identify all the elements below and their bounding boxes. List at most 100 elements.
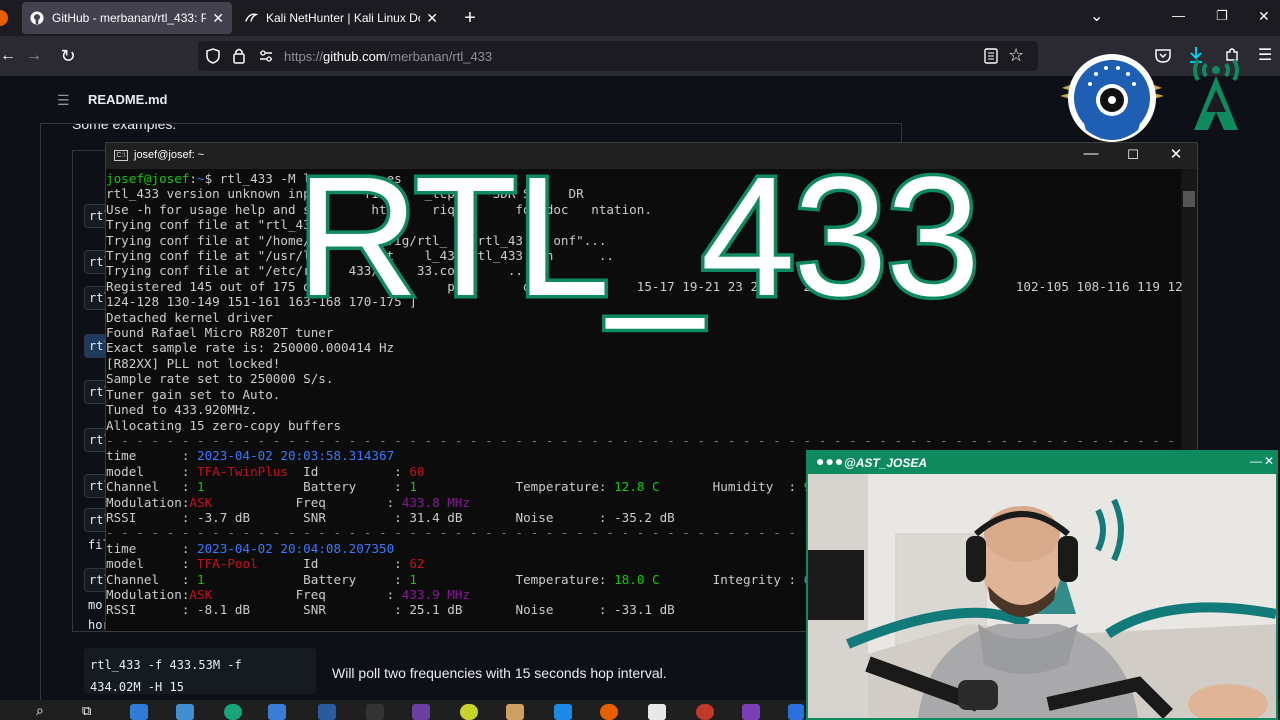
tab-list-icon[interactable]: ⌄ <box>1090 6 1103 26</box>
close-window-button[interactable]: ✕ <box>1258 8 1270 25</box>
output-line: Exact sample rate is: 250000.000414 Hz <box>106 340 395 356</box>
search-icon[interactable]: ⌕ <box>36 702 44 719</box>
close-tab-icon[interactable]: ✕ <box>426 10 438 27</box>
terminal-scroll-thumb[interactable] <box>1183 191 1195 207</box>
code-line: 434.02M -H 15 <box>90 680 184 694</box>
record-id: 60 <box>409 463 425 479</box>
bookmark-star-icon[interactable]: ☆ <box>1008 45 1024 66</box>
webcam-title-bar: ●●● @AST_JOSEA — ✕ <box>808 452 1276 474</box>
example-description: Will poll two frequencies with 15 second… <box>332 665 667 681</box>
record-freq: 433.9 MHz <box>401 586 470 602</box>
video-title-overlay: RTL_433 <box>292 139 983 336</box>
record-modulation: ASK <box>189 586 213 602</box>
app-editor-icon[interactable] <box>506 704 524 720</box>
label-modulation: Modulation: <box>106 586 190 602</box>
tab-title: GitHub - merbanan/rtl_433: Pro <box>52 11 207 25</box>
menu-icon[interactable]: ☰ <box>1258 45 1272 65</box>
record-rssi: -3.7 dB <box>197 509 251 525</box>
tab-github[interactable]: GitHub - merbanan/rtl_433: Pro ✕ <box>22 2 232 34</box>
label-extra: Integrity <box>712 571 781 587</box>
app-icon[interactable] <box>224 704 242 720</box>
terminal-taskbar-icon[interactable] <box>366 704 384 720</box>
forward-button[interactable]: → <box>22 44 46 68</box>
new-tab-button[interactable]: + <box>454 2 486 34</box>
label-freq: Freq <box>295 586 326 602</box>
reader-view-icon[interactable] <box>984 48 998 69</box>
lock-icon[interactable] <box>232 47 246 69</box>
webcam-close-icon: ✕ <box>1264 454 1275 468</box>
label-time: time <box>106 540 137 556</box>
record-noise: -33.1 dB <box>614 602 675 618</box>
record-freq: 433.8 MHz <box>401 494 470 510</box>
url-path: /merbanan/rtl_433 <box>386 49 493 64</box>
record-model: TFA-TwinPlus <box>197 463 288 479</box>
app-purple-icon[interactable] <box>742 704 760 720</box>
url-prefix: https:// <box>284 49 324 64</box>
app-red-icon[interactable] <box>696 704 714 720</box>
reload-button[interactable]: ↻ <box>56 44 80 68</box>
github-icon <box>30 11 44 25</box>
label-battery: Battery <box>303 479 357 495</box>
label-snr: SNR <box>303 602 326 618</box>
permissions-icon[interactable] <box>258 49 274 68</box>
kali-taskbar-icon[interactable] <box>318 704 336 720</box>
close-tab-icon[interactable]: ✕ <box>212 10 224 27</box>
record-rssi: -8.1 dB <box>197 602 251 618</box>
firefox-taskbar-icon[interactable] <box>600 704 618 720</box>
record-channel: 1 <box>197 479 205 495</box>
app-ball-icon[interactable] <box>460 704 478 720</box>
output-line: Sample rate set to 250000 S/s. <box>106 371 334 387</box>
readme-header <box>40 76 902 124</box>
screen: GitHub - merbanan/rtl_433: Pro ✕ Kali Ne… <box>0 0 1280 720</box>
label-snr: SNR <box>303 509 326 525</box>
webcam-overlay: ●●● @AST_JOSEA — ✕ <box>806 450 1278 720</box>
store-icon[interactable] <box>176 704 194 720</box>
streamer-handle: @AST_JOSEA <box>844 456 928 470</box>
browser-tab-bar: GitHub - merbanan/rtl_433: Pro ✕ Kali Ne… <box>0 0 1280 36</box>
label-model: model <box>106 463 144 479</box>
prompt-path: ~ <box>197 171 205 186</box>
output-line: Detached kernel driver <box>106 309 273 325</box>
label-modulation: Modulation: <box>106 494 190 510</box>
label-id: Id <box>303 556 319 572</box>
minimize-window-button[interactable]: — <box>1172 8 1185 23</box>
example-code-block: rtl_433 -f 433.53M -f 434.02M -H 15 <box>84 648 316 694</box>
record-model: TFA-Pool <box>197 556 258 572</box>
app-document-icon[interactable] <box>648 704 666 720</box>
label-extra: Humidity <box>712 479 774 495</box>
tab-kali[interactable]: Kali NetHunter | Kali Linux Doc ✕ <box>236 2 446 34</box>
radio-tower-icon <box>1184 50 1248 134</box>
record-battery: 1 <box>409 479 417 495</box>
record-snr: 25.1 dB <box>409 602 463 618</box>
tab-title: Kali NetHunter | Kali Linux Doc <box>266 11 421 25</box>
app-blue-icon[interactable] <box>554 704 572 720</box>
label-temperature: Temperature: <box>515 479 607 495</box>
url-text[interactable]: https://github.com/merbanan/rtl_433 <box>284 49 492 64</box>
label-channel: Channel <box>106 479 160 495</box>
task-view-icon[interactable]: ⧉ <box>82 703 91 719</box>
terminal-title: josef@josef: ~ <box>134 149 205 161</box>
record-id: 62 <box>409 556 425 572</box>
shield-icon[interactable] <box>206 48 220 69</box>
terminal-maximize-button[interactable]: ☐ <box>1118 147 1148 163</box>
file-explorer-icon[interactable] <box>130 704 148 720</box>
webcam-video-frame <box>808 474 1276 718</box>
label-time: time <box>106 448 137 464</box>
output-line: Allocating 15 zero-copy buffers <box>106 417 342 433</box>
output-line: Tuned to 433.920MHz. <box>106 402 258 418</box>
readme-title: README.md <box>88 92 168 107</box>
firefox-icon[interactable] <box>0 10 8 26</box>
restore-window-button[interactable]: ❐ <box>1216 8 1228 24</box>
label-model: model <box>106 556 144 572</box>
media-icon[interactable] <box>412 704 430 720</box>
terminal-icon: C:\ <box>114 150 128 161</box>
remote-desktop-icon[interactable] <box>268 704 286 720</box>
label-freq: Freq <box>295 494 326 510</box>
app-edge-icon[interactable] <box>788 704 804 720</box>
icaro-logo: ICARO <box>1058 50 1166 148</box>
label-rssi: RSSI <box>106 509 137 525</box>
outline-list-icon[interactable]: ☰ <box>57 92 70 109</box>
record-noise: -35.2 dB <box>614 509 675 525</box>
icaro-logo-text: ICARO <box>1100 134 1123 141</box>
back-button[interactable]: ← <box>0 44 20 68</box>
